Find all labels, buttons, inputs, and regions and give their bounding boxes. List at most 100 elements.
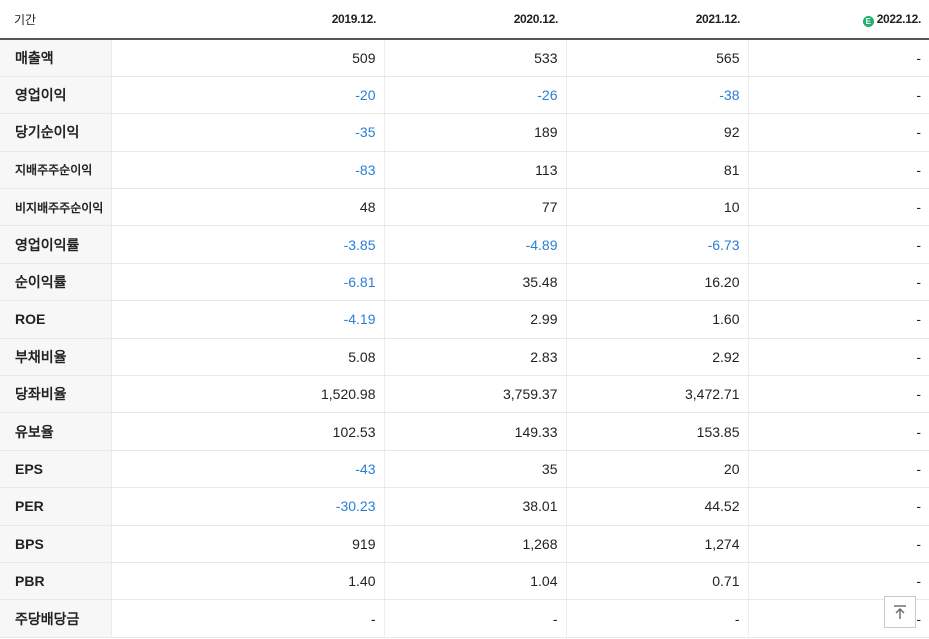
year-header-label: 2022.12. bbox=[876, 11, 922, 26]
cell-value: 509 bbox=[110, 39, 384, 77]
table-row: 부채비율 5.08 2.83 2.92 - bbox=[0, 337, 929, 377]
cell-value: 149.33 bbox=[383, 412, 566, 451]
table-row: 지배주주순이익 -83 113 81 - bbox=[0, 151, 929, 190]
table-row: 영업이익 -20 -26 -38 - bbox=[0, 76, 929, 115]
cell-value: 102.53 bbox=[110, 412, 384, 451]
cell-value: - bbox=[747, 76, 929, 115]
cell-value: 153.85 bbox=[565, 412, 748, 451]
table-row: PER -30.23 38.01 44.52 - bbox=[0, 487, 929, 526]
table-row: 매출액 509 533 565 - bbox=[0, 39, 929, 77]
year-header: 2019.12. bbox=[111, 0, 384, 40]
year-header-estimate: E 2022.12. bbox=[748, 0, 929, 40]
cell-value: - bbox=[747, 487, 929, 526]
cell-value: - bbox=[747, 412, 929, 451]
cell-value: -30.23 bbox=[110, 487, 384, 526]
cell-value: -6.81 bbox=[110, 263, 384, 302]
row-label: ROE bbox=[0, 300, 111, 339]
cell-value: 44.52 bbox=[565, 487, 748, 526]
cell-value: 2.92 bbox=[565, 337, 748, 377]
financial-summary-table: 기간 2019.12. 2020.12. 2021.12. E 2022.12. … bbox=[0, 0, 929, 638]
cell-value: - bbox=[747, 225, 929, 264]
period-header: 기간 bbox=[0, 0, 111, 40]
cell-value: 92 bbox=[565, 113, 748, 152]
table-row: ROE -4.19 2.99 1.60 - bbox=[0, 300, 929, 339]
row-label: 유보율 bbox=[0, 412, 111, 451]
row-label: 매출액 bbox=[0, 39, 111, 77]
table-row: 당기순이익 -35 189 92 - bbox=[0, 113, 929, 152]
cell-value: -35 bbox=[110, 113, 384, 152]
cell-value: 38.01 bbox=[383, 487, 566, 526]
cell-value: - bbox=[747, 151, 929, 190]
cell-value: 189 bbox=[383, 113, 566, 152]
cell-value: - bbox=[747, 113, 929, 152]
cell-value: - bbox=[747, 39, 929, 77]
row-label: 당좌비율 bbox=[0, 375, 111, 414]
cell-value: - bbox=[747, 337, 929, 377]
cell-value: -20 bbox=[110, 76, 384, 115]
scroll-to-top-button[interactable] bbox=[884, 596, 916, 628]
cell-value: 2.83 bbox=[383, 337, 566, 377]
table-row: 주당배당금 - - - - bbox=[0, 599, 929, 638]
cell-value: 0.71 bbox=[565, 562, 748, 601]
cell-value: 35 bbox=[383, 449, 566, 489]
cell-value: 113 bbox=[383, 151, 566, 190]
cell-value: - bbox=[383, 599, 566, 638]
cell-value: 3,472.71 bbox=[565, 375, 748, 414]
cell-value: 16.20 bbox=[565, 263, 748, 302]
cell-value: - bbox=[747, 375, 929, 414]
cell-value: - bbox=[747, 449, 929, 489]
cell-value: -6.73 bbox=[565, 225, 748, 264]
row-label: 비지배주주순이익 bbox=[0, 188, 111, 227]
row-label: 부채비율 bbox=[0, 337, 111, 377]
cell-value: 5.08 bbox=[110, 337, 384, 377]
cell-value: 35.48 bbox=[383, 263, 566, 302]
cell-value: 81 bbox=[565, 151, 748, 190]
cell-value: 10 bbox=[565, 188, 748, 227]
cell-value: - bbox=[747, 263, 929, 302]
estimate-badge-icon: E bbox=[862, 15, 874, 27]
cell-value: 1,520.98 bbox=[110, 375, 384, 414]
cell-value: -3.85 bbox=[110, 225, 384, 264]
cell-value: - bbox=[747, 562, 929, 601]
row-label: 영업이익 bbox=[0, 76, 111, 115]
cell-value: - bbox=[747, 300, 929, 339]
cell-value: -4.89 bbox=[383, 225, 566, 264]
row-label: 순이익률 bbox=[0, 263, 111, 302]
cell-value: -26 bbox=[383, 76, 566, 115]
cell-value: 77 bbox=[383, 188, 566, 227]
cell-value: - bbox=[110, 599, 384, 638]
table-row: BPS 919 1,268 1,274 - bbox=[0, 525, 929, 563]
cell-value: 565 bbox=[565, 39, 748, 77]
table-row: PBR 1.40 1.04 0.71 - bbox=[0, 562, 929, 601]
row-label: PER bbox=[0, 487, 111, 526]
cell-value: 1,274 bbox=[565, 525, 748, 563]
row-label: PBR bbox=[0, 562, 111, 601]
header-row: 기간 2019.12. 2020.12. 2021.12. E 2022.12. bbox=[0, 0, 929, 40]
table-row: 유보율 102.53 149.33 153.85 - bbox=[0, 412, 929, 451]
cell-value: -38 bbox=[565, 76, 748, 115]
cell-value: 20 bbox=[565, 449, 748, 489]
cell-value: 919 bbox=[110, 525, 384, 563]
cell-value: 1.40 bbox=[110, 562, 384, 601]
cell-value: 2.99 bbox=[383, 300, 566, 339]
row-label: BPS bbox=[0, 525, 111, 563]
cell-value: 1.60 bbox=[565, 300, 748, 339]
year-header: 2021.12. bbox=[566, 0, 748, 40]
row-label: 지배주주순이익 bbox=[0, 151, 111, 190]
cell-value: - bbox=[565, 599, 748, 638]
year-header: 2020.12. bbox=[384, 0, 566, 40]
row-label: 주당배당금 bbox=[0, 599, 111, 638]
table-row: EPS -43 35 20 - bbox=[0, 449, 929, 489]
table-row: 순이익률 -6.81 35.48 16.20 - bbox=[0, 263, 929, 302]
cell-value: - bbox=[747, 188, 929, 227]
cell-value: 533 bbox=[383, 39, 566, 77]
cell-value: -43 bbox=[110, 449, 384, 489]
cell-value: 3,759.37 bbox=[383, 375, 566, 414]
table-row: 당좌비율 1,520.98 3,759.37 3,472.71 - bbox=[0, 375, 929, 414]
arrow-up-to-line-icon bbox=[894, 605, 906, 619]
cell-value: -4.19 bbox=[110, 300, 384, 339]
cell-value: 1,268 bbox=[383, 525, 566, 563]
table-row: 영업이익률 -3.85 -4.89 -6.73 - bbox=[0, 225, 929, 264]
row-label: EPS bbox=[0, 449, 111, 489]
row-label: 당기순이익 bbox=[0, 113, 111, 152]
